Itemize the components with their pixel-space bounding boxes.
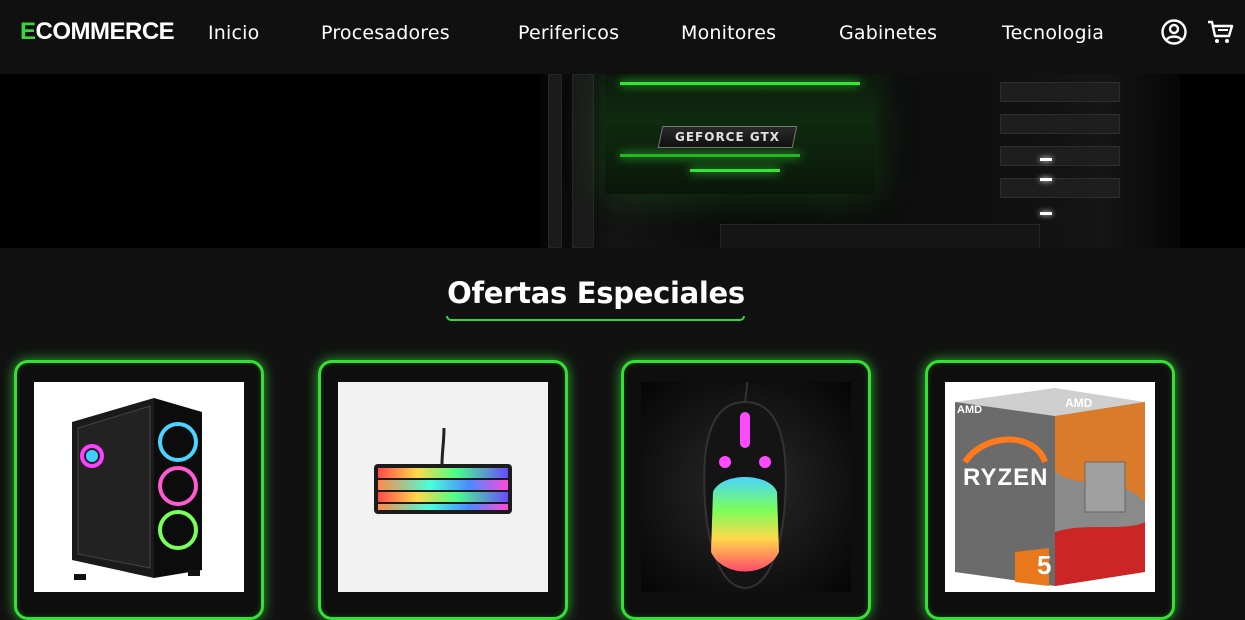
hero-fin [1000,114,1120,134]
nav-link-monitores[interactable]: Monitores [681,22,776,44]
nav-link-perifericos[interactable]: Perifericos [518,22,619,44]
hero-gpu-glow [620,82,860,85]
hero-led [1040,178,1052,181]
brand-logo[interactable]: ECOMMERCE [20,18,175,46]
section-title-underline [446,316,745,321]
navbar: ECOMMERCE Inicio Procesadores Periferico… [0,0,1245,74]
nav-link-procesadores[interactable]: Procesadores [321,22,450,44]
mouse-image [641,382,851,592]
shopping-cart-icon[interactable] [1206,18,1234,46]
nav-link-gabinetes[interactable]: Gabinetes [839,22,937,44]
hero-fin [1000,178,1120,198]
hero-banner: GEFORCE GTX [0,74,1245,248]
hero-rail [572,74,594,248]
product-card[interactable]: AMD AMD RYZEN 5 [925,360,1175,620]
hero-gpu-glow [620,154,800,157]
hero-bracket [720,224,1040,248]
hero-led [1040,158,1052,161]
product-card[interactable] [621,360,871,620]
logo-text: COMMERCE [35,18,175,45]
pc-case-image [34,382,244,592]
amd-logo-top: AMD [1065,396,1093,410]
nav-link-tecnologia[interactable]: Tecnologia [1002,22,1104,44]
hero-gpu-glow [690,169,780,172]
ryzen-box-image: AMD AMD RYZEN 5 [945,382,1155,592]
hero-led [1040,212,1052,215]
keyboard-image [338,382,548,592]
hero-fin [1000,82,1120,102]
ryzen-label: RYZEN [963,464,1049,491]
ryzen-tier-number: 5 [1037,550,1052,580]
product-card[interactable] [318,360,568,620]
hero-fin [1000,146,1120,166]
product-card[interactable] [14,360,264,620]
nav-link-inicio[interactable]: Inicio [208,22,259,44]
hero-rail [548,74,562,248]
section-title: Ofertas Especiales [447,276,745,310]
user-account-icon[interactable] [1160,18,1188,46]
gpu-label-text: GEFORCE GTX [675,130,780,144]
amd-logo-front: AMD [957,404,983,416]
gpu-label: GEFORCE GTX [657,126,798,148]
logo-accent-letter: E [20,18,36,45]
